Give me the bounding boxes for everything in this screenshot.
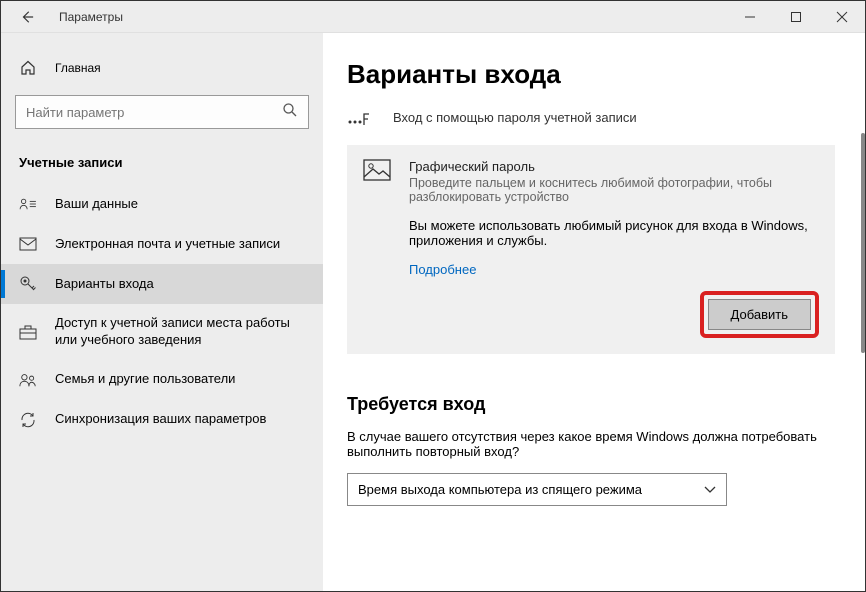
minimize-button[interactable] (727, 1, 773, 33)
sidebar-item-label: Семья и другие пользователи (55, 371, 235, 388)
briefcase-icon (19, 323, 37, 341)
password-option-label: Вход с помощью пароля учетной записи (393, 110, 637, 125)
scrollbar[interactable] (861, 133, 865, 353)
sidebar-item-label: Ваши данные (55, 196, 138, 213)
sidebar-item-signin-options[interactable]: Варианты входа (1, 264, 323, 304)
learn-more-link[interactable]: Подробнее (409, 262, 819, 277)
main-content: Варианты входа Вход с помощью пароля уче… (323, 33, 865, 591)
page-title: Варианты входа (347, 59, 851, 90)
sidebar-item-family[interactable]: Семья и другие пользователи (1, 360, 323, 400)
maximize-button[interactable] (773, 1, 819, 33)
sidebar-item-label: Синхронизация ваших параметров (55, 411, 266, 428)
sidebar-item-label: Электронная почта и учетные записи (55, 236, 280, 253)
require-signin-title: Требуется вход (347, 394, 851, 415)
highlight-annotation: Добавить (700, 291, 819, 338)
search-box[interactable] (15, 95, 309, 129)
mail-icon (19, 235, 37, 253)
picture-password-title: Графический пароль (409, 159, 819, 174)
search-input[interactable] (26, 105, 282, 120)
titlebar: Параметры (1, 1, 865, 33)
home-icon (19, 59, 37, 77)
sidebar: Главная Учетные записи Ваши данные Э (1, 33, 323, 591)
add-button[interactable]: Добавить (708, 299, 811, 330)
sidebar-item-sync[interactable]: Синхронизация ваших параметров (1, 400, 323, 440)
picture-icon (363, 159, 391, 204)
home-nav[interactable]: Главная (1, 49, 323, 87)
sidebar-item-label: Варианты входа (55, 276, 154, 293)
dropdown-selected: Время выхода компьютера из спящего режим… (358, 482, 642, 497)
require-signin-dropdown[interactable]: Время выхода компьютера из спящего режим… (347, 473, 727, 506)
back-button[interactable] (19, 9, 35, 25)
key-icon (19, 275, 37, 293)
sync-icon (19, 411, 37, 429)
require-signin-description: В случае вашего отсутствия через какое в… (347, 429, 851, 459)
sidebar-item-your-info[interactable]: Ваши данные (1, 184, 323, 224)
password-icon (347, 110, 375, 133)
close-button[interactable] (819, 1, 865, 33)
picture-password-description: Вы можете использовать любимый рисунок д… (409, 218, 819, 248)
picture-password-card: Графический пароль Проведите пальцем и к… (347, 145, 835, 354)
search-icon (282, 102, 298, 123)
window-title: Параметры (59, 10, 123, 24)
home-label: Главная (55, 61, 101, 75)
sidebar-section-title: Учетные записи (1, 147, 323, 184)
people-icon (19, 371, 37, 389)
sidebar-item-label: Доступ к учетной записи места работы или… (55, 315, 305, 349)
picture-password-subtitle: Проведите пальцем и коснитесь любимой фо… (409, 176, 819, 204)
chevron-down-icon (704, 482, 716, 497)
sidebar-item-work-access[interactable]: Доступ к учетной записи места работы или… (1, 304, 323, 360)
person-icon (19, 195, 37, 213)
sidebar-item-email[interactable]: Электронная почта и учетные записи (1, 224, 323, 264)
password-option-row[interactable]: Вход с помощью пароля учетной записи (347, 110, 851, 133)
